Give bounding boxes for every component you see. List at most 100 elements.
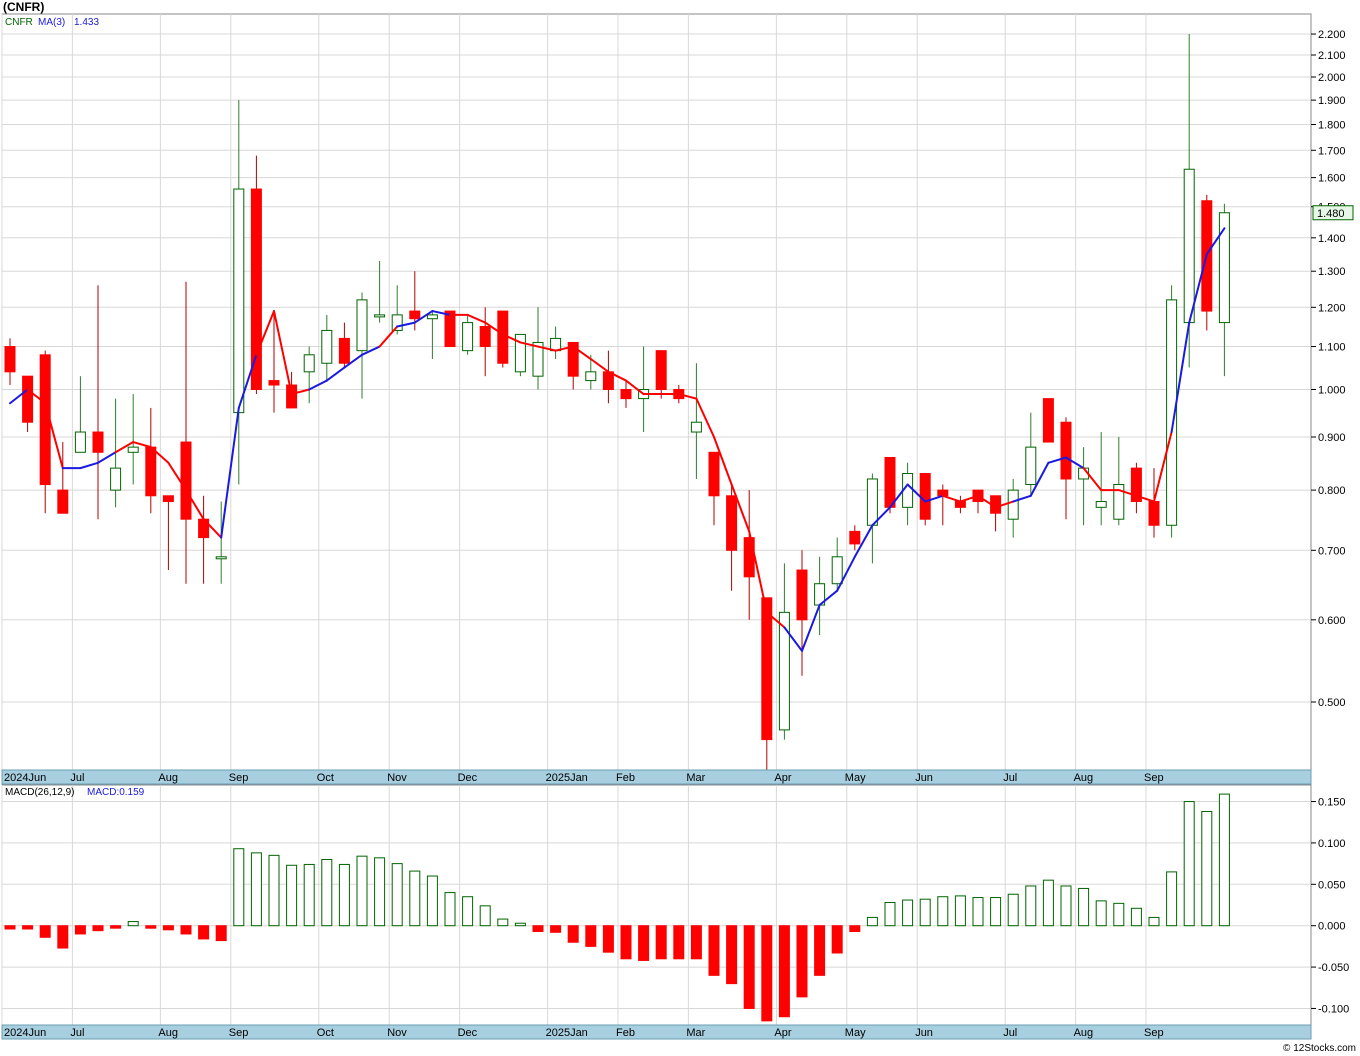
candle-body-up: [391, 314, 403, 331]
candle-body-down: [620, 389, 632, 400]
macd-bar: [690, 925, 702, 960]
candle-body-down: [22, 375, 34, 423]
price-tick-label: 0.700: [1318, 545, 1346, 557]
candle-body-down: [708, 451, 720, 497]
legend-macd-value: MACD:0.159: [87, 787, 145, 798]
month-label: Jul: [1003, 1027, 1017, 1039]
price-tick-label: 1.800: [1318, 120, 1346, 132]
month-label: Jun: [915, 1027, 933, 1039]
macd-bar: [814, 925, 826, 976]
macd-bar: [726, 925, 738, 985]
legend-ma-value: 1.433: [74, 17, 99, 28]
macd-bar: [954, 895, 966, 927]
candle-body-down: [250, 188, 262, 391]
price-tick-label: 0.800: [1318, 485, 1346, 497]
price-tick-label: 1.700: [1318, 145, 1346, 157]
macd-bar: [162, 925, 174, 931]
candle-body-down: [849, 530, 861, 545]
macd-bar: [356, 855, 368, 927]
month-label: Sep: [1144, 772, 1164, 784]
candle-body-up: [831, 556, 843, 585]
legend-ma-label: MA(3): [38, 17, 65, 28]
macd-bar: [866, 916, 878, 927]
candle-body-down: [761, 597, 773, 741]
macd-bar: [338, 863, 350, 927]
macd-bar: [550, 925, 562, 933]
candle-body-up: [356, 299, 368, 352]
macd-tick-label: -0.050: [1318, 962, 1349, 974]
month-label: Apr: [774, 1027, 791, 1039]
month-label: Dec: [458, 772, 478, 784]
macd-bar: [585, 925, 597, 947]
macd-bar: [426, 875, 438, 927]
price-tick-label: 1.000: [1318, 385, 1346, 397]
price-tick-label: 0.600: [1318, 615, 1346, 627]
price-tick-label: 1.200: [1318, 302, 1346, 314]
macd-tick-label: 0.100: [1318, 838, 1346, 850]
candle-body-up: [1007, 489, 1019, 520]
macd-bar: [180, 925, 192, 935]
macd-bar: [1130, 907, 1142, 927]
month-label: Mar: [686, 1027, 705, 1039]
month-label: Jul: [1003, 772, 1017, 784]
macd-bar: [1042, 879, 1054, 927]
candle-body-up: [1095, 501, 1107, 508]
candle: [1042, 398, 1054, 443]
month-label: Jun: [915, 772, 933, 784]
candle-body-up: [233, 188, 245, 414]
month-label: May: [845, 1027, 866, 1039]
macd-bar: [479, 905, 491, 927]
macd-bar: [655, 925, 667, 960]
macd-bar: [708, 925, 720, 976]
candle-body-down: [268, 380, 280, 386]
macd-tick-label: 0.000: [1318, 921, 1346, 933]
candle-body-up: [426, 314, 438, 320]
candle-body-up: [110, 467, 122, 491]
macd-bar: [919, 898, 931, 927]
macd-bar: [462, 896, 474, 927]
macd-bar: [620, 925, 632, 960]
macd-bar: [1060, 885, 1072, 927]
macd-bar: [1218, 793, 1230, 927]
macd-tick-label: 0.050: [1318, 879, 1346, 891]
candle-body-down: [1042, 398, 1054, 443]
macd-bar: [1025, 885, 1037, 927]
candle-body-down: [4, 346, 16, 373]
candle-body-down: [726, 495, 738, 551]
candle-body-up: [74, 431, 86, 453]
macd-bar: [1148, 916, 1160, 927]
candle-body-up: [127, 446, 139, 453]
price-tick-label: 1.400: [1318, 233, 1346, 245]
macd-bar: [110, 925, 122, 929]
month-label: Dec: [458, 1027, 478, 1039]
macd-month-band: [1, 1024, 1312, 1040]
candle-body-down: [409, 310, 421, 320]
macd-bar: [638, 925, 650, 961]
macd-bar: [1007, 893, 1019, 927]
price-tick-label: 1.600: [1318, 173, 1346, 185]
macd-bar: [250, 852, 262, 927]
month-label: Aug: [158, 772, 178, 784]
macd-bar: [74, 925, 86, 935]
legend-macd-label: MACD(26,12,9): [5, 787, 74, 798]
month-label: Aug: [158, 1027, 178, 1039]
macd-bar: [849, 925, 861, 932]
candle-body-down: [919, 473, 931, 520]
candle-body-up: [1183, 168, 1195, 324]
macd-bar: [215, 925, 227, 942]
macd-bar: [937, 896, 949, 927]
candle: [444, 310, 456, 348]
month-label: Jul: [70, 772, 84, 784]
macd-bar: [286, 864, 298, 927]
candle: [884, 457, 896, 514]
macd-bar: [92, 925, 104, 932]
macd-bar: [444, 892, 456, 927]
macd-bar: [1201, 810, 1213, 927]
month-label: May: [845, 772, 866, 784]
macd-bar: [1095, 900, 1107, 927]
month-label: 2024Jun: [4, 1027, 46, 1039]
macd-bar: [990, 897, 1002, 927]
candle-body-down: [57, 489, 69, 514]
month-label: 2025Jan: [546, 772, 588, 784]
macd-bar: [567, 925, 579, 943]
